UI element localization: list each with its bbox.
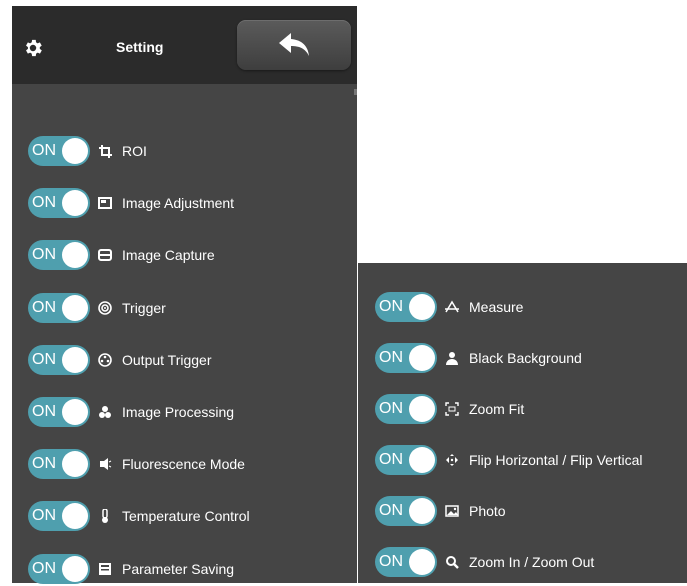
image-adjustment-icon [98,197,112,210]
toggle-roi[interactable]: ON [28,136,90,166]
toggle-state-text: ON [32,455,56,473]
flip-icon [446,454,458,466]
toggle-knob [409,549,435,575]
trigger-icon [98,300,112,315]
zoom-fit-icon [445,402,459,416]
toggle-knob [62,294,88,321]
capture-icon [98,249,112,262]
toggle-image-adjustment[interactable]: ON [28,188,90,219]
toggle-zoom-in-zoom-out[interactable]: ON [375,547,437,577]
toggle-state-text: ON [32,350,56,368]
setting-row-measure: ON Measure [375,292,687,324]
setting-row-output-trigger: ON Output Trigger [28,344,348,377]
setting-row-image-capture: ON Image Capture [28,240,348,272]
toggle-trigger[interactable]: ON [28,292,90,323]
toggle-knob [62,346,88,373]
setting-row-parameter-saving: ON Parameter Saving [28,553,348,586]
toggle-output-trigger[interactable]: ON [28,344,90,375]
toggle-knob [409,345,435,371]
toggle-flip-horizontal-flip-vertical[interactable]: ON [375,445,437,475]
toggle-knob [62,138,88,164]
fluorescence-icon [100,458,112,471]
setting-label: Flip Horizontal / Flip Vertical [469,452,643,468]
toggle-measure[interactable]: ON [375,292,437,322]
toggle-state-text: ON [32,142,56,159]
toggle-image-processing[interactable]: ON [28,397,90,427]
thermometer-icon [102,509,108,524]
setting-row-black-background: ON Black Background [375,343,687,375]
setting-row-trigger: ON Trigger [28,292,348,325]
settings-panel: Setting ON ROI ON Image Adjustment ON Image C… [12,6,357,586]
setting-label: Zoom In / Zoom Out [469,554,595,570]
gear-icon [26,39,42,57]
page-title: Setting [116,39,164,55]
toggle-state-text: ON [379,298,403,315]
toggle-state-text: ON [32,298,56,316]
toggle-state-text: ON [379,502,403,519]
toggle-image-capture[interactable]: ON [28,240,90,271]
photo-icon [445,505,459,517]
setting-row-temperature-control: ON Temperature Control [28,501,348,533]
toggle-state-text: ON [32,194,56,212]
toggle-state-text: ON [379,553,403,570]
setting-label: Output Trigger [122,351,212,368]
zoom-icon [446,556,459,569]
setting-row-fluorescence-mode: ON Fluorescence Mode [28,449,348,481]
setting-row-photo: ON Photo [375,496,687,528]
setting-label: Trigger [122,299,166,316]
toggle-temperature-control[interactable]: ON [28,501,90,532]
toggle-knob [62,555,88,582]
setting-row-flip-horizontal-flip-vertical: ON Flip Horizontal / Flip Vertical [375,445,687,477]
measure-icon [445,300,459,313]
toggle-knob [409,294,435,320]
setting-row-image-adjustment: ON Image Adjustment [28,188,348,220]
extra-settings-panel: ON Measure ON Black Background ON Zoom Fit ON F… [358,263,687,583]
toggle-photo[interactable]: ON [375,496,437,526]
output-trigger-icon [98,352,112,367]
header-bar: Setting [12,6,357,84]
toggle-parameter-saving[interactable]: ON [28,553,90,584]
setting-label: Image Processing [122,404,235,420]
setting-label: Fluorescence Mode [122,456,245,473]
toggle-zoom-fit[interactable]: ON [375,394,437,424]
save-parameters-icon [99,562,111,575]
toggle-black-background[interactable]: ON [375,343,437,373]
toggle-state-text: ON [379,400,403,417]
back-button[interactable] [237,20,351,70]
toggle-state-text: ON [32,507,56,525]
toggle-knob [62,451,88,478]
setting-row-zoom-fit: ON Zoom Fit [375,394,687,426]
setting-label: Black Background [469,350,582,366]
setting-label: Image Adjustment [122,195,235,212]
toggle-state-text: ON [379,349,403,366]
crop-icon [99,145,112,158]
person-icon [446,352,458,365]
setting-row-image-processing: ON Image Processing [28,397,348,429]
toggle-knob [409,447,435,473]
setting-label: Image Capture [122,247,215,264]
toggle-knob [409,396,435,422]
toggle-fluorescence-mode[interactable]: ON [28,449,90,480]
setting-label: Measure [469,299,524,315]
toggle-state-text: ON [32,559,56,577]
scrollbar[interactable] [354,89,357,95]
setting-label: Photo [469,503,506,519]
setting-label: Temperature Control [122,508,250,525]
setting-label: Zoom Fit [469,401,525,417]
setting-row-roi: ON ROI [28,136,348,168]
toggle-state-text: ON [379,451,403,468]
toggle-state-text: ON [32,403,56,420]
toggle-knob [62,242,88,269]
toggle-knob [62,399,88,425]
toggle-knob [409,498,435,524]
back-arrow-icon [279,33,309,56]
toggle-state-text: ON [32,246,56,264]
setting-label: ROI [122,143,147,159]
setting-label: Parameter Saving [122,560,235,577]
toggle-knob [62,190,88,217]
toggle-knob [62,503,88,530]
setting-row-zoom-in-zoom-out: ON Zoom In / Zoom Out [375,547,687,579]
image-processing-icon [99,406,111,418]
